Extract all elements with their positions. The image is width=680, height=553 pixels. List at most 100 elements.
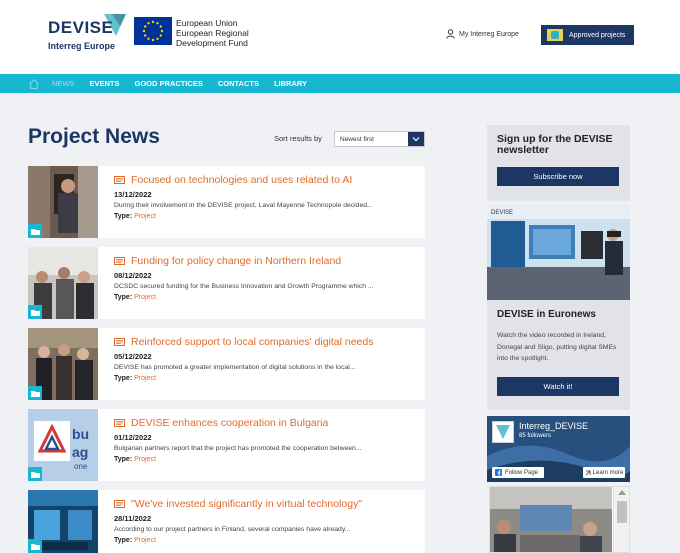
news-type-label: Type: <box>114 375 133 382</box>
news-date: 13/12/2022 <box>114 190 152 199</box>
euronews-image[interactable]: DEVISE <box>487 205 630 300</box>
main-nav: News Events Good practices Contacts Libr… <box>0 74 680 93</box>
news-thumbnail[interactable] <box>28 247 98 319</box>
facebook-page-name[interactable]: Interreg_DEVISE <box>519 421 588 431</box>
learn-more-label: Learn more <box>592 469 624 476</box>
news-body: DEVISE enhances cooperation in Bulgaria … <box>114 417 414 463</box>
folder-icon <box>30 543 40 550</box>
news-body: "We've invested significantly in virtual… <box>114 498 414 544</box>
news-excerpt: DEVISE has promoted a greater implementa… <box>114 364 356 371</box>
svg-text:bu: bu <box>72 426 89 442</box>
news-title-row: Reinforced support to local companies' d… <box>114 336 414 348</box>
nav-item-good-practices[interactable]: Good practices <box>135 79 203 88</box>
euronews-photo: DEVISE <box>487 205 630 300</box>
news-date: 28/11/2022 <box>114 514 152 523</box>
my-interreg-label: My Interreg Europe <box>459 30 519 38</box>
news-title[interactable]: Focused on technologies and uses related… <box>131 174 352 186</box>
chevron-down-icon <box>412 137 420 142</box>
folder-icon <box>30 471 40 478</box>
external-link-icon <box>585 470 591 475</box>
newspaper-icon <box>114 419 125 427</box>
news-title[interactable]: Funding for policy change in Northern Ir… <box>131 255 341 267</box>
news-type-value[interactable]: Project <box>134 213 156 220</box>
sort-label: Sort results by <box>274 134 322 143</box>
facebook-widget[interactable]: Interreg_DEVISE 85 followers Follow Page… <box>487 416 630 482</box>
watch-button[interactable]: Watch it! <box>497 377 619 396</box>
page-title: Project News <box>28 125 160 148</box>
news-thumbnail[interactable] <box>28 490 98 553</box>
news-thumbnail[interactable] <box>28 166 98 238</box>
news-title-row: DEVISE enhances cooperation in Bulgaria <box>114 417 414 429</box>
facebook-page-logo[interactable] <box>492 421 514 443</box>
scroll-up-arrow[interactable] <box>618 490 626 495</box>
news-card[interactable]: "We've invested significantly in virtual… <box>28 490 425 553</box>
nav-item-library[interactable]: Library <box>274 79 307 88</box>
facebook-followers: 85 followers <box>519 433 552 439</box>
news-type: Type: Project <box>114 537 414 544</box>
follow-page-button[interactable]: Follow Page <box>492 467 544 478</box>
approved-projects-label: Approved projects <box>569 31 626 39</box>
feed-photo[interactable] <box>490 487 612 552</box>
facebook-feed[interactable] <box>489 486 630 553</box>
news-title[interactable]: Reinforced support to local companies' d… <box>131 336 373 348</box>
my-interreg-link[interactable]: My Interreg Europe <box>446 29 519 39</box>
svg-text:ag: ag <box>72 444 88 460</box>
eu-flag-icon <box>134 17 172 45</box>
news-card[interactable]: bu ag one DEVISE enhances cooperation in… <box>28 409 425 481</box>
news-title-row: Funding for policy change in Northern Ir… <box>114 255 414 267</box>
eu-line: European Regional <box>176 28 249 38</box>
follow-page-label: Follow Page <box>505 469 539 476</box>
nav-item-events[interactable]: Events <box>90 79 120 88</box>
sort-selected-value: Newest first <box>340 135 374 143</box>
news-type-label: Type: <box>114 294 133 301</box>
projects-icon <box>547 29 563 41</box>
scrollbar-thumb[interactable] <box>617 501 627 523</box>
news-title[interactable]: "We've invested significantly in virtual… <box>131 498 362 510</box>
nav-item-contacts[interactable]: Contacts <box>218 79 259 88</box>
news-card[interactable]: Focused on technologies and uses related… <box>28 166 425 238</box>
news-type-value[interactable]: Project <box>134 537 156 544</box>
news-card[interactable]: Funding for policy change in Northern Ir… <box>28 247 425 319</box>
newsletter-panel: Sign up for the DEVISE newsletter Subscr… <box>487 125 630 201</box>
euronews-text: Watch the video recorded in Ireland, Don… <box>497 332 617 362</box>
newspaper-icon <box>114 257 125 265</box>
news-thumbnail[interactable] <box>28 328 98 400</box>
news-thumbnail[interactable]: bu ag one <box>28 409 98 481</box>
news-type: Type: Project <box>114 375 414 382</box>
news-badge <box>28 224 42 238</box>
news-badge <box>28 467 42 481</box>
logo-title: DEVISE <box>48 18 114 37</box>
news-type-label: Type: <box>114 213 133 220</box>
eu-funding-text: European Union European Regional Develop… <box>176 18 249 48</box>
news-title[interactable]: DEVISE enhances cooperation in Bulgaria <box>131 417 328 429</box>
news-type-label: Type: <box>114 537 133 544</box>
news-type-value[interactable]: Project <box>134 375 156 382</box>
news-body: Funding for policy change in Northern Ir… <box>114 255 414 301</box>
sort-select[interactable]: Newest first <box>334 131 425 147</box>
user-icon <box>446 29 455 39</box>
feed-scrollbar[interactable] <box>613 487 629 552</box>
facebook-icon <box>495 469 502 476</box>
devise-logo[interactable]: DEVISE Interreg Europe <box>40 12 130 54</box>
eu-line: Development Fund <box>176 38 248 48</box>
news-type-value[interactable]: Project <box>134 294 156 301</box>
subscribe-button[interactable]: Subscribe now <box>497 167 619 186</box>
nav-item-news[interactable]: News <box>52 79 75 88</box>
news-excerpt: According to our project partners in Fin… <box>114 526 351 533</box>
newspaper-icon <box>114 338 125 346</box>
svg-text:one: one <box>74 462 88 471</box>
news-excerpt: DCSDC secured funding for the Business I… <box>114 283 374 290</box>
approved-projects-button[interactable]: Approved projects <box>541 25 634 45</box>
news-card[interactable]: Reinforced support to local companies' d… <box>28 328 425 400</box>
logo-subtitle: Interreg Europe <box>48 41 116 51</box>
learn-more-button[interactable]: Learn more <box>583 467 625 478</box>
news-type-value[interactable]: Project <box>134 456 156 463</box>
news-title-row: "We've invested significantly in virtual… <box>114 498 414 510</box>
news-badge <box>28 305 42 319</box>
sort-arrow[interactable] <box>408 132 424 146</box>
news-excerpt: During their involvement in the DEVISE p… <box>114 202 373 209</box>
news-type: Type: Project <box>114 456 414 463</box>
euronews-panel: DEVISE DEVISE in Euronews Watch the vide… <box>487 205 630 410</box>
home-icon[interactable] <box>28 78 40 90</box>
euronews-image-label: DEVISE <box>491 210 513 216</box>
